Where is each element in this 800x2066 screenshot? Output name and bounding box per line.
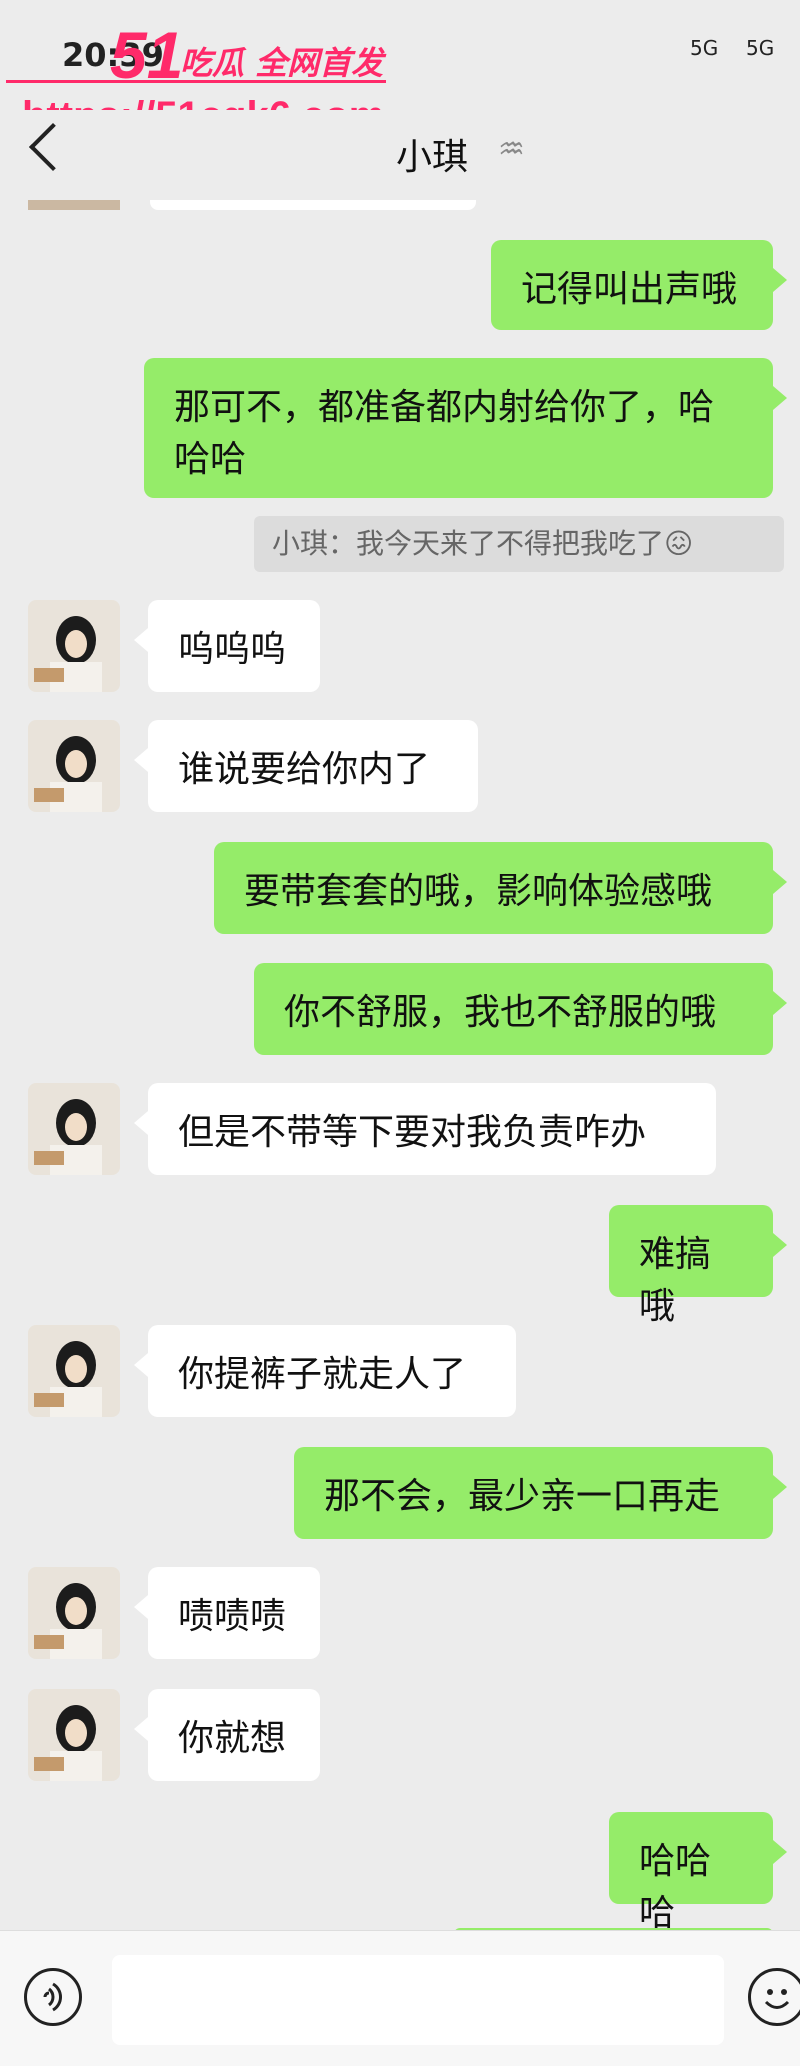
quoted-message[interactable]: 小琪：我今天来了不得把我吃了😖 xyxy=(254,516,784,572)
message-bubble[interactable]: 谁说要给你内了 xyxy=(134,720,478,812)
message-bubble[interactable]: 呜呜呜 xyxy=(134,600,320,692)
avatar[interactable] xyxy=(28,1567,120,1659)
signal-icon: 5G xyxy=(690,36,719,60)
avatar[interactable] xyxy=(28,720,120,812)
emoji-icon[interactable] xyxy=(748,1968,800,2026)
voice-icon[interactable] xyxy=(24,1968,82,2026)
partial-bubble xyxy=(150,200,476,210)
signal-icon-2: 5G xyxy=(746,36,775,60)
message-bubble[interactable]: 你不舒服，我也不舒服的哦 xyxy=(254,963,787,1055)
message-bubble[interactable]: 你提裤子就走人了 xyxy=(134,1325,516,1417)
message-input[interactable] xyxy=(112,1955,724,2045)
watermark-brand: 51 xyxy=(110,18,184,92)
watermark-tag: 吃瓜 全网首发 xyxy=(180,44,384,82)
message-bubble[interactable]: 你就想 xyxy=(134,1689,320,1781)
avatar xyxy=(28,200,120,210)
message-bubble[interactable]: 难搞哦 xyxy=(609,1205,787,1327)
message-bubble[interactable]: 哈哈哈 xyxy=(609,1812,787,1934)
avatar[interactable] xyxy=(28,1689,120,1781)
message-bubble[interactable]: 要带套套的哦，影响体验感哦 xyxy=(214,842,787,934)
watermark-line xyxy=(6,80,386,83)
message-bubble[interactable]: 那不会，最少亲一口再走 xyxy=(294,1447,787,1539)
message-bubble[interactable]: 但是不带等下要对我负责咋办 xyxy=(134,1083,716,1175)
avatar[interactable] xyxy=(28,1325,120,1417)
message-bubble[interactable]: 记得叫出声哦 xyxy=(491,240,787,330)
avatar[interactable] xyxy=(28,600,120,692)
chat-title: 小琪 xyxy=(396,137,469,178)
ear-icon[interactable]: ♒ xyxy=(498,132,525,167)
message-bubble[interactable]: 那可不，都准备都内射给你了，哈哈哈 xyxy=(144,358,787,498)
avatar[interactable] xyxy=(28,1083,120,1175)
message-bubble[interactable]: 啧啧啧 xyxy=(134,1567,320,1659)
